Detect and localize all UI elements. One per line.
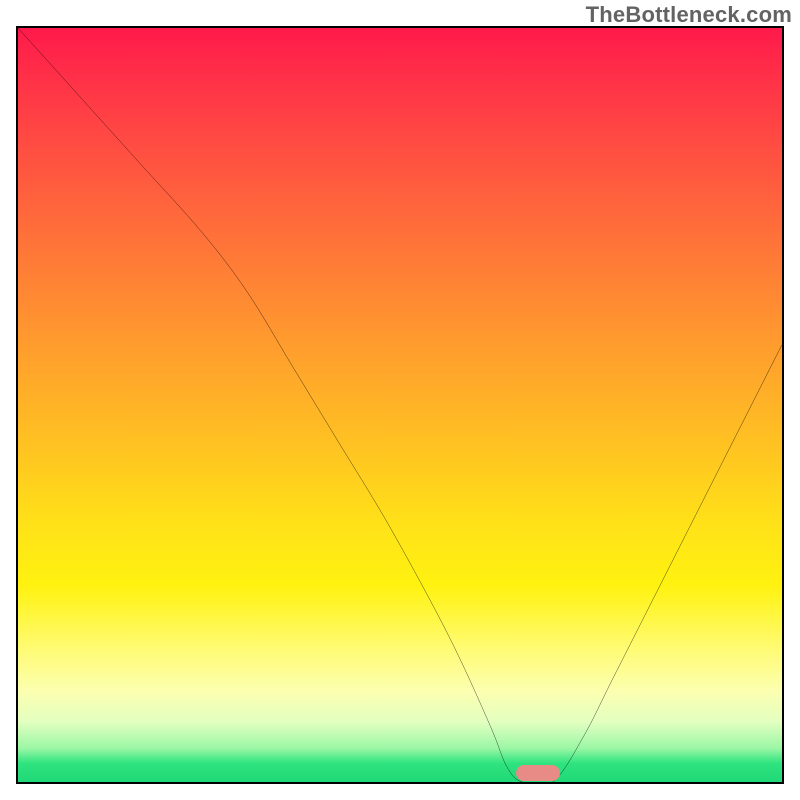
plot-area (16, 26, 784, 784)
optimal-marker-icon (516, 765, 560, 781)
bottleneck-curve (18, 28, 782, 782)
chart-container: TheBottleneck.com (0, 0, 800, 800)
watermark-text: TheBottleneck.com (586, 2, 792, 28)
